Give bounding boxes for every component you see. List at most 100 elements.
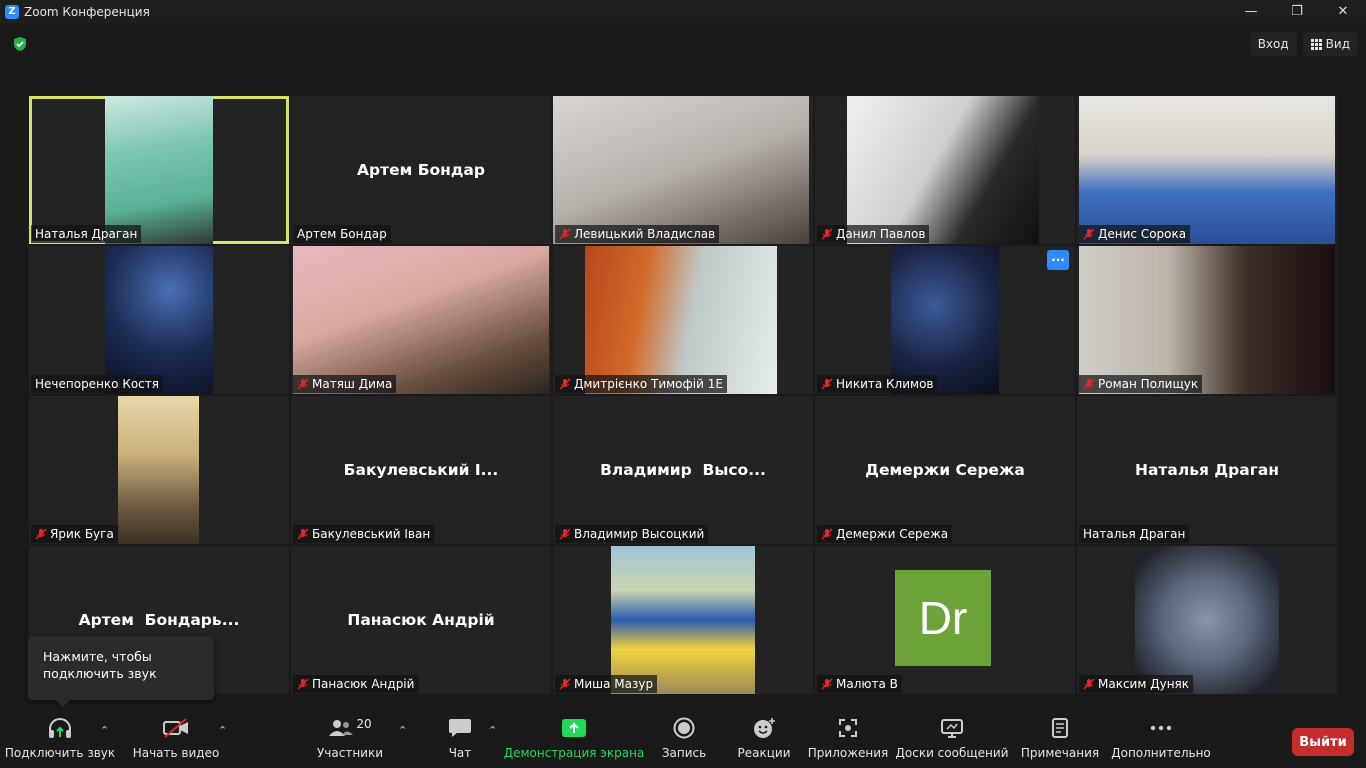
start-video-button[interactable]: Начать видео [133,712,219,768]
record-button[interactable]: Запись [660,712,708,768]
apps-button[interactable]: Приложения [807,712,889,768]
record-label: Запись [661,746,707,760]
view-button[interactable]: Вид [1302,32,1358,56]
muted-mic-icon [297,378,309,390]
participant-name-label: Артем Бондар [293,225,391,243]
more-button[interactable]: Дополнительно [1111,712,1211,768]
muted-mic-icon [821,528,833,540]
participant-tile[interactable]: Максим Дуняк [1077,546,1337,694]
muted-mic-icon [297,678,309,690]
reactions-button[interactable]: Реакции [737,712,791,768]
minimize-button[interactable]: — [1228,0,1274,23]
grid-view-icon [1310,38,1322,50]
muted-mic-icon [559,678,571,690]
participant-name: Бакулевський Іван [312,527,431,541]
participant-video [118,396,199,544]
participant-tile[interactable]: Миша Мазур [553,546,813,694]
participant-tile[interactable]: Наталья Драган Наталья Драган [1077,396,1337,544]
audio-options-chevron-icon[interactable]: ⌃ [100,724,109,737]
participant-name-label: Наталья Драган [31,225,142,243]
muted-mic-icon [559,528,571,540]
window-title: Zoom Конференция [24,4,150,19]
participant-tile[interactable]: Матяш Дима [291,246,551,394]
participant-tile[interactable]: Левицький Владислав [553,96,813,244]
participant-name-label: Демержи Сережа [817,525,953,543]
participant-name: Демержи Сережа [836,527,949,541]
muted-mic-icon [821,678,833,690]
participant-name: Никита Климов [836,377,934,391]
participant-display-name: Бакулевський І... [343,461,499,479]
participant-tile[interactable]: ··· Никита Климов [815,246,1075,394]
participant-tile[interactable]: Dr Малюта В [815,546,1075,694]
more-options-button[interactable]: ··· [1047,250,1069,270]
participant-name-label: Владимир Высоцкий [555,525,709,543]
whiteboards-button[interactable]: Доски сообщений [896,712,1009,768]
participant-video [1079,246,1335,394]
participant-name: Ярик Буга [50,527,114,541]
muted-mic-icon [297,528,309,540]
participant-tile[interactable]: Роман Полищук [1077,246,1337,394]
sign-in-label: Вход [1257,37,1289,51]
reactions-smile-icon [754,718,775,738]
participant-name: Владимир Высоцкий [574,527,705,541]
participant-name-label: Максим Дуняк [1079,675,1194,693]
participant-name-label: Бакулевський Іван [293,525,435,543]
participant-tile[interactable]: Владимир Высо... Владимир Высоцкий [553,396,813,544]
tooltip-line: Нажмите, чтобы [43,649,152,664]
notes-icon [1052,718,1068,738]
participants-label: Участники [316,746,384,760]
reactions-label: Реакции [737,746,791,760]
sign-in-button[interactable]: Вход [1249,32,1297,56]
video-options-chevron-icon[interactable]: ⌃ [218,724,227,737]
muted-mic-icon [1083,678,1095,690]
participant-name: Малюта В [836,677,898,691]
participant-video [105,246,213,394]
maximize-button[interactable]: ❐ [1274,0,1320,23]
meeting-top-bar: Вход Вид [0,23,1366,63]
participants-options-chevron-icon[interactable]: ⌃ [398,724,407,737]
muted-mic-icon [35,528,47,540]
notes-label: Примечания [1020,746,1100,760]
participant-tile[interactable]: Артем Бондар Артем Бондар [291,96,551,244]
participant-tile[interactable]: Бакулевський І... Бакулевський Іван [291,396,551,544]
participant-tile[interactable]: Денис Сорока [1077,96,1337,244]
participant-tile[interactable]: Нечепоренко Костя [29,246,289,394]
participant-tile[interactable]: Ярик Буга [29,396,289,544]
leave-button[interactable]: Выйти [1292,728,1354,756]
participant-video [553,96,809,244]
muted-mic-icon [821,228,833,240]
participant-display-name: Панасюк Андрій [347,611,495,629]
participant-tile[interactable]: Демержи Сережа Демержи Сережа [815,396,1075,544]
join-audio-button[interactable]: Подключить звук [5,712,115,768]
participant-name: Наталья Драган [35,227,138,241]
participants-icon [329,720,354,736]
participant-display-name: Наталья Драган [1134,461,1279,479]
participants-button[interactable]: 20 Участники [316,712,384,768]
more-dots-icon [1150,725,1172,731]
muted-mic-icon [821,378,833,390]
participant-tile[interactable]: Данил Павлов [815,96,1075,244]
security-shield-icon[interactable] [12,36,28,52]
title-bar: Z Zoom Конференция — ❐ ✕ [0,0,1366,23]
participant-name-label: Роман Полищук [1079,375,1203,393]
participant-name: Данил Павлов [836,227,926,241]
video-off-icon [163,718,188,738]
share-screen-label: Демонстрация экрана [503,746,645,760]
participant-name-label: Матяш Дима [293,375,397,393]
participant-display-name: Демержи Сережа [865,461,1025,479]
participant-video [891,246,999,394]
participant-tile[interactable]: Дмитрієнко Тимофій 1Е [553,246,813,394]
participant-name-label: Нечепоренко Костя [31,375,163,393]
apps-label: Приложения [807,746,889,760]
close-button[interactable]: ✕ [1320,0,1366,23]
notes-button[interactable]: Примечания [1020,712,1100,768]
participant-tile[interactable]: Наталья Драган [29,96,289,244]
muted-mic-icon [559,378,571,390]
participant-tile[interactable]: Панасюк Андрій Панасюк Андрій [291,546,551,694]
join-audio-label: Подключить звук [4,746,116,760]
participant-name-label: Наталья Драган [1079,525,1190,543]
muted-mic-icon [559,228,571,240]
chat-options-chevron-icon[interactable]: ⌃ [488,724,497,737]
share-screen-button[interactable]: Демонстрация экрана [504,712,644,768]
chat-button[interactable]: Чат [440,712,480,768]
